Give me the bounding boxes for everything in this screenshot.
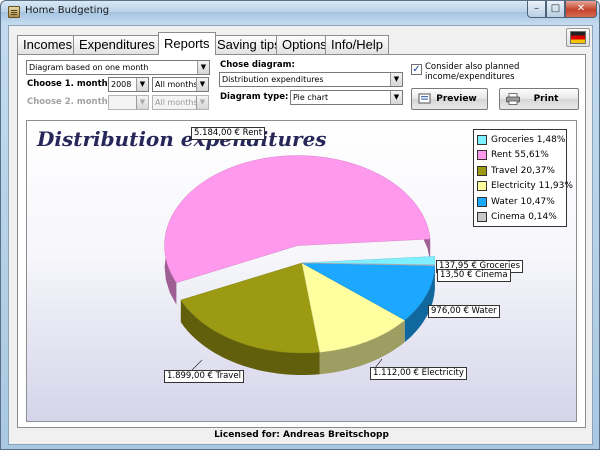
tab-reports[interactable]: Reports bbox=[158, 32, 216, 55]
legend-label-rent: Rent bbox=[491, 150, 512, 161]
title-bar[interactable]: Home Budgeting – □ ✕ bbox=[1, 1, 599, 23]
data-label-travel: 1.899,00 € Travel bbox=[164, 370, 244, 383]
chart-area: Distribution expenditures Groceries 1,48… bbox=[26, 120, 577, 422]
legend-swatch-water bbox=[477, 196, 487, 207]
chart-legend: Groceries 1,48% Rent 55,61% Travel 20,37… bbox=[473, 129, 573, 227]
legend-label-travel: Travel bbox=[491, 165, 518, 176]
chevron-down-icon: ▼ bbox=[136, 78, 148, 91]
diagram-type-label: Diagram type: bbox=[220, 92, 289, 102]
tab-info-help[interactable]: Info/Help bbox=[325, 35, 390, 54]
print-button-label: Print bbox=[533, 94, 559, 104]
report-mode-select[interactable]: Diagram based on one month ▼ bbox=[26, 60, 210, 75]
printer-icon bbox=[506, 93, 520, 105]
month2-month-value: All months bbox=[155, 98, 198, 107]
legend-pct-water: 10,47% bbox=[520, 196, 555, 207]
preview-icon bbox=[418, 93, 431, 104]
planned-checkbox-label: Consider also planned income/expenditure… bbox=[425, 62, 520, 82]
report-mode-value: Diagram based on one month bbox=[29, 63, 149, 72]
month1-year-select[interactable]: 2008 ▼ bbox=[108, 77, 149, 92]
diagram-label: Chose diagram: bbox=[220, 60, 295, 70]
german-flag-icon bbox=[570, 31, 586, 44]
chevron-down-icon: ▼ bbox=[390, 91, 402, 104]
data-label-water: 976,00 € Water bbox=[428, 305, 500, 318]
legend-swatch-travel bbox=[477, 165, 487, 176]
data-label-electricity: 1.112,00 € Electricity bbox=[370, 367, 467, 380]
month2-year-select[interactable]: ▼ bbox=[108, 95, 149, 110]
diagram-type-select[interactable]: Pie chart ▼ bbox=[290, 90, 403, 105]
client-area: Incomes Expenditures Reports Saving tips… bbox=[8, 25, 593, 445]
legend-swatch-groceries bbox=[477, 134, 487, 145]
print-button[interactable]: Print bbox=[499, 88, 579, 110]
legend-item: Water 10,47% bbox=[477, 194, 566, 210]
diagram-value: Distribution expenditures bbox=[222, 75, 324, 84]
chevron-down-icon: ▼ bbox=[197, 61, 209, 74]
legend-item: Travel 20,37% bbox=[477, 163, 566, 179]
legend-label-groceries: Groceries bbox=[491, 134, 534, 145]
legend-pct-travel: 20,37% bbox=[520, 165, 555, 176]
legend-item: Groceries 1,48% bbox=[477, 132, 566, 148]
app-icon bbox=[8, 6, 20, 18]
legend-label-water: Water bbox=[491, 196, 518, 207]
diagram-select[interactable]: Distribution expenditures ▼ bbox=[219, 72, 403, 87]
tab-expenditures[interactable]: Expenditures bbox=[73, 35, 161, 54]
month2-label: Choose 2. month: bbox=[27, 97, 112, 107]
legend-pct-groceries: 1,48% bbox=[536, 134, 566, 145]
license-status: Licensed for: Andreas Breitschopp bbox=[214, 430, 389, 440]
preview-button[interactable]: Preview bbox=[411, 88, 488, 110]
legend-item: Cinema 0,14% bbox=[477, 210, 566, 226]
month1-month-select[interactable]: All months ▼ bbox=[152, 77, 209, 92]
legend-label-electricity: Electricity bbox=[491, 181, 536, 192]
planned-checkbox[interactable]: ✓ bbox=[411, 64, 422, 75]
legend-label-cinema: Cinema bbox=[491, 212, 526, 223]
legend-pct-electricity: 11,93% bbox=[538, 181, 573, 192]
close-button[interactable]: ✕ bbox=[565, 1, 597, 18]
chevron-down-icon: ▼ bbox=[136, 96, 148, 109]
legend-item: Rent 55,61% bbox=[477, 148, 566, 164]
legend-pct-rent: 55,61% bbox=[514, 150, 549, 161]
legend-swatch-rent bbox=[477, 150, 487, 161]
window-title: Home Budgeting bbox=[25, 5, 110, 16]
month1-label: Choose 1. month: bbox=[27, 79, 112, 89]
month1-month-value: All months bbox=[155, 80, 198, 89]
app-window: Home Budgeting – □ ✕ Incomes Expenditure… bbox=[0, 0, 600, 450]
legend-swatch-cinema bbox=[477, 212, 487, 223]
legend-swatch-electricity bbox=[477, 181, 487, 192]
tab-incomes[interactable]: Incomes bbox=[17, 35, 79, 54]
data-label-rent: 5.184,00 € Rent bbox=[191, 127, 266, 140]
month1-year-value: 2008 bbox=[111, 80, 132, 89]
chevron-down-icon: ▼ bbox=[390, 73, 402, 86]
diagram-type-value: Pie chart bbox=[293, 93, 329, 102]
month2-month-select[interactable]: All months ▼ bbox=[152, 95, 209, 110]
maximize-button[interactable]: □ bbox=[546, 1, 565, 18]
legend-pct-cinema: 0,14% bbox=[528, 212, 557, 223]
chevron-down-icon: ▼ bbox=[196, 96, 208, 109]
data-label-cinema: 13,50 € Cinema bbox=[437, 269, 511, 282]
minimize-button[interactable]: – bbox=[527, 1, 546, 18]
chevron-down-icon: ▼ bbox=[196, 78, 208, 91]
legend-item: Electricity 11,93% bbox=[477, 179, 573, 195]
language-button[interactable] bbox=[566, 28, 590, 47]
